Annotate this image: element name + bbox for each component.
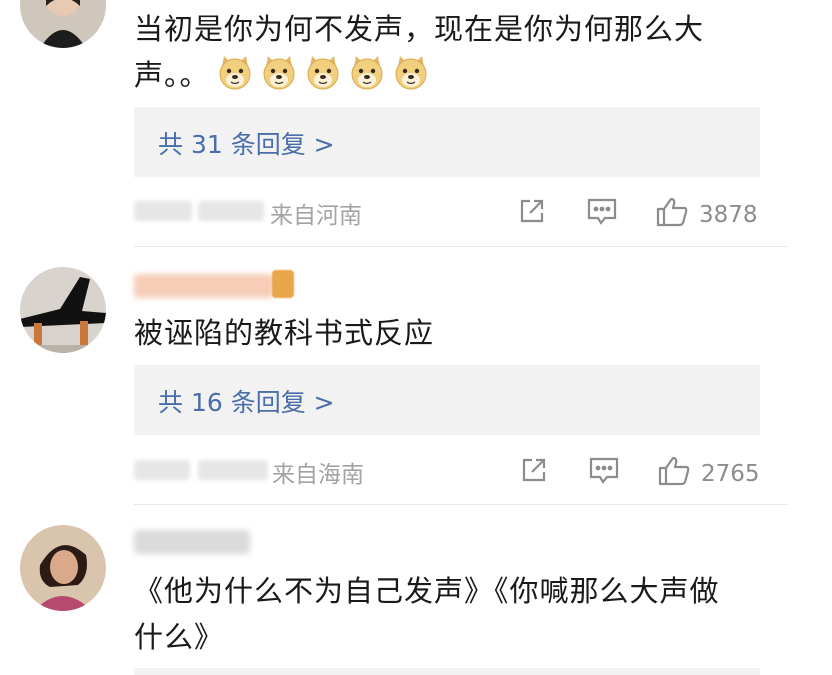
location-label: 来自海南 [272, 462, 364, 488]
username-blur [134, 201, 192, 221]
reply-box: 共 16 条回复 > [134, 365, 760, 435]
comment-text-tail: 声。。 [134, 58, 210, 92]
location-label: 来自河南 [270, 203, 362, 229]
username-blur [134, 530, 250, 554]
comment-text-line: 《他为什么不为自己发声》《你喊那么大声做 [134, 574, 720, 608]
comment-icon [587, 198, 617, 225]
username-blur [134, 274, 274, 298]
avatar[interactable] [20, 0, 106, 48]
comment-text-line: 被诬陷的教科书式反应 [134, 316, 435, 350]
share-icon [522, 458, 546, 482]
doge-emoji-icon [348, 53, 386, 91]
share-button[interactable] [517, 196, 547, 230]
like-count: 3878 [699, 202, 758, 228]
comment-text: 被诬陷的教科书式反应 [134, 310, 434, 356]
comment-button[interactable] [588, 455, 620, 489]
share-button[interactable] [519, 455, 549, 489]
reply-box [134, 668, 760, 675]
share-icon [520, 199, 544, 223]
like-button[interactable]: 3878 [655, 196, 758, 232]
avatar[interactable] [20, 525, 106, 611]
divider [134, 246, 788, 247]
doge-emoji-icon [216, 53, 254, 91]
reply-box: 共 31 条回复 > [134, 107, 760, 177]
comment-text: 《他为什么不为自己发声》《你喊那么大声做 什么》 [134, 568, 720, 660]
doge-emoji-icon [304, 53, 342, 91]
comment-text-line: 当初是你为何不发声，现在是你为何那么大 [134, 12, 705, 46]
doge-emoji-icon [260, 53, 298, 91]
view-replies-link[interactable]: 共 16 条回复 > [158, 383, 335, 419]
comment-icon [589, 457, 619, 484]
like-count: 2765 [701, 461, 760, 487]
username-blur [198, 201, 264, 221]
username-blur [134, 460, 190, 480]
thumbs-up-icon [656, 197, 688, 227]
comment-meta: 来自海南 2765 [134, 450, 760, 490]
comment-text-line: 什么》 [134, 620, 225, 654]
thumbs-up-icon [658, 456, 690, 486]
like-button[interactable]: 2765 [657, 455, 760, 491]
comment-text-line: 声。。 [134, 52, 704, 98]
doge-emoji-icon [392, 53, 430, 91]
avatar[interactable] [20, 267, 106, 353]
vip-badge-icon [272, 270, 294, 298]
comment-meta: 来自河南 3878 [134, 191, 760, 231]
username-blur [198, 460, 268, 480]
view-replies-link[interactable]: 共 31 条回复 > [158, 125, 335, 161]
comment-text: 当初是你为何不发声，现在是你为何那么大 声。。 [134, 6, 704, 98]
comment-button[interactable] [586, 196, 618, 230]
divider [134, 504, 788, 505]
